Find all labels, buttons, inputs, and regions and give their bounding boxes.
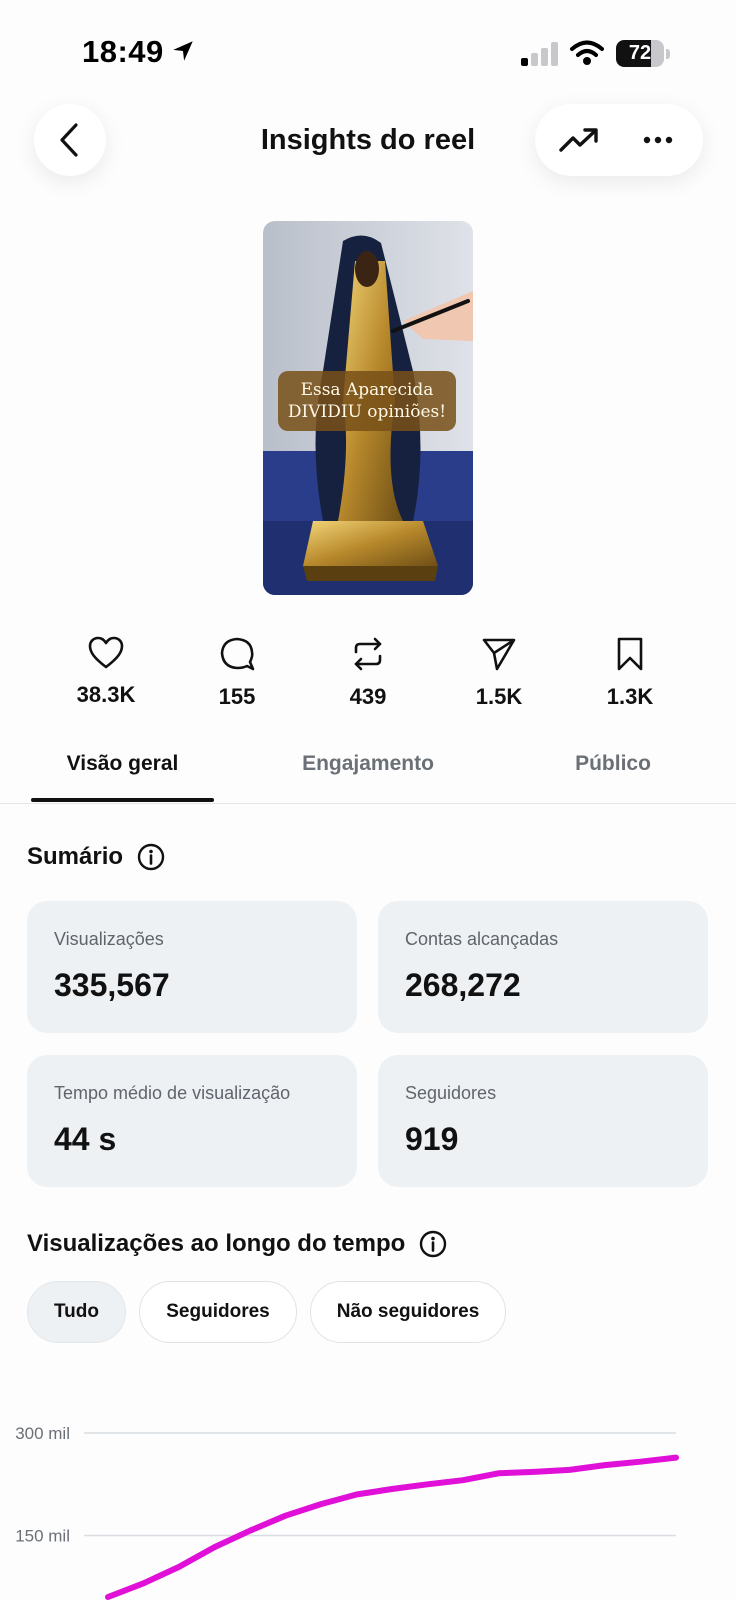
battery-indicator: 72 (616, 40, 670, 67)
tab-engagement[interactable]: Engajamento (275, 752, 461, 776)
likes-stat: 38.3K (51, 636, 161, 708)
shares-count: 1.5K (475, 684, 523, 709)
tab-overview[interactable]: Visão geral (31, 752, 214, 776)
status-time: 18:49 (82, 34, 164, 69)
y-tick-label: 150 mil (15, 1527, 70, 1546)
battery-level: 72 (628, 42, 652, 64)
page-title: Insights do reel (260, 124, 476, 156)
filter-chip-non-followers[interactable]: Não seguidores (310, 1281, 506, 1343)
info-icon[interactable] (137, 843, 165, 871)
views-over-time-title: Visualizações ao longo do tempo (27, 1230, 406, 1257)
likes-count: 38.3K (76, 682, 136, 707)
tab-divider (0, 803, 736, 804)
metric-value: 919 (405, 1121, 459, 1157)
more-horizontal-icon (643, 136, 673, 144)
views-over-time-chart: 300 mil 150 mil (15, 1424, 679, 1600)
views-series-line (105, 1454, 679, 1600)
filter-chip-followers[interactable]: Seguidores (139, 1281, 297, 1343)
summary-header: Sumário (27, 843, 165, 871)
metric-card-avg-watch-time: Tempo médio de visualização 44 s (27, 1055, 357, 1187)
reel-thumbnail[interactable]: Essa Aparecida DIVIDIU opiniões! (263, 221, 473, 595)
more-options-button[interactable] (631, 118, 685, 162)
info-icon[interactable] (419, 1230, 447, 1258)
tab-audience[interactable]: Público (535, 752, 691, 776)
reposts-count: 439 (349, 684, 387, 709)
metric-label: Contas alcançadas (405, 929, 559, 949)
trends-button[interactable] (553, 118, 605, 162)
saves-count: 1.3K (606, 684, 654, 709)
reel-caption-line-1: Essa Aparecida (300, 380, 434, 400)
metric-label: Tempo médio de visualização (54, 1083, 291, 1103)
active-tab-indicator (31, 798, 214, 802)
header-actions (535, 104, 703, 176)
reposts-stat: 439 (313, 636, 423, 710)
metric-label: Seguidores (405, 1083, 497, 1103)
comments-stat: 155 (182, 636, 292, 710)
repost-icon (354, 637, 382, 671)
shares-stat: 1.5K (444, 636, 554, 710)
comments-count: 155 (218, 684, 256, 709)
cellular-signal-icon (521, 42, 558, 66)
trending-up-icon (559, 128, 598, 152)
metric-value: 44 s (54, 1121, 117, 1157)
back-button[interactable] (34, 104, 106, 176)
reel-caption: Essa Aparecida DIVIDIU opiniões! (278, 371, 456, 431)
metric-value: 268,272 (405, 967, 521, 1003)
chevron-left-icon (60, 123, 78, 157)
metric-card-views: Visualizações 335,567 (27, 901, 357, 1033)
reel-caption-line-2: DIVIDIU opiniões! (287, 402, 447, 422)
wifi-icon (570, 40, 604, 65)
metric-label: Visualizações (54, 929, 164, 949)
views-over-time-header: Visualizações ao longo do tempo (27, 1230, 447, 1258)
y-tick-label: 300 mil (15, 1424, 70, 1443)
send-icon (482, 638, 516, 671)
bookmark-icon (617, 637, 643, 671)
comment-icon (220, 637, 255, 671)
metric-card-followers: Seguidores 919 (378, 1055, 708, 1187)
metric-value: 335,567 (54, 967, 170, 1003)
filter-chip-all[interactable]: Tudo (27, 1281, 126, 1343)
summary-title: Sumário (27, 843, 124, 870)
location-arrow-icon (173, 41, 193, 61)
metric-card-accounts-reached: Contas alcançadas 268,272 (378, 901, 708, 1033)
saves-stat: 1.3K (575, 636, 685, 710)
heart-icon (88, 636, 124, 669)
